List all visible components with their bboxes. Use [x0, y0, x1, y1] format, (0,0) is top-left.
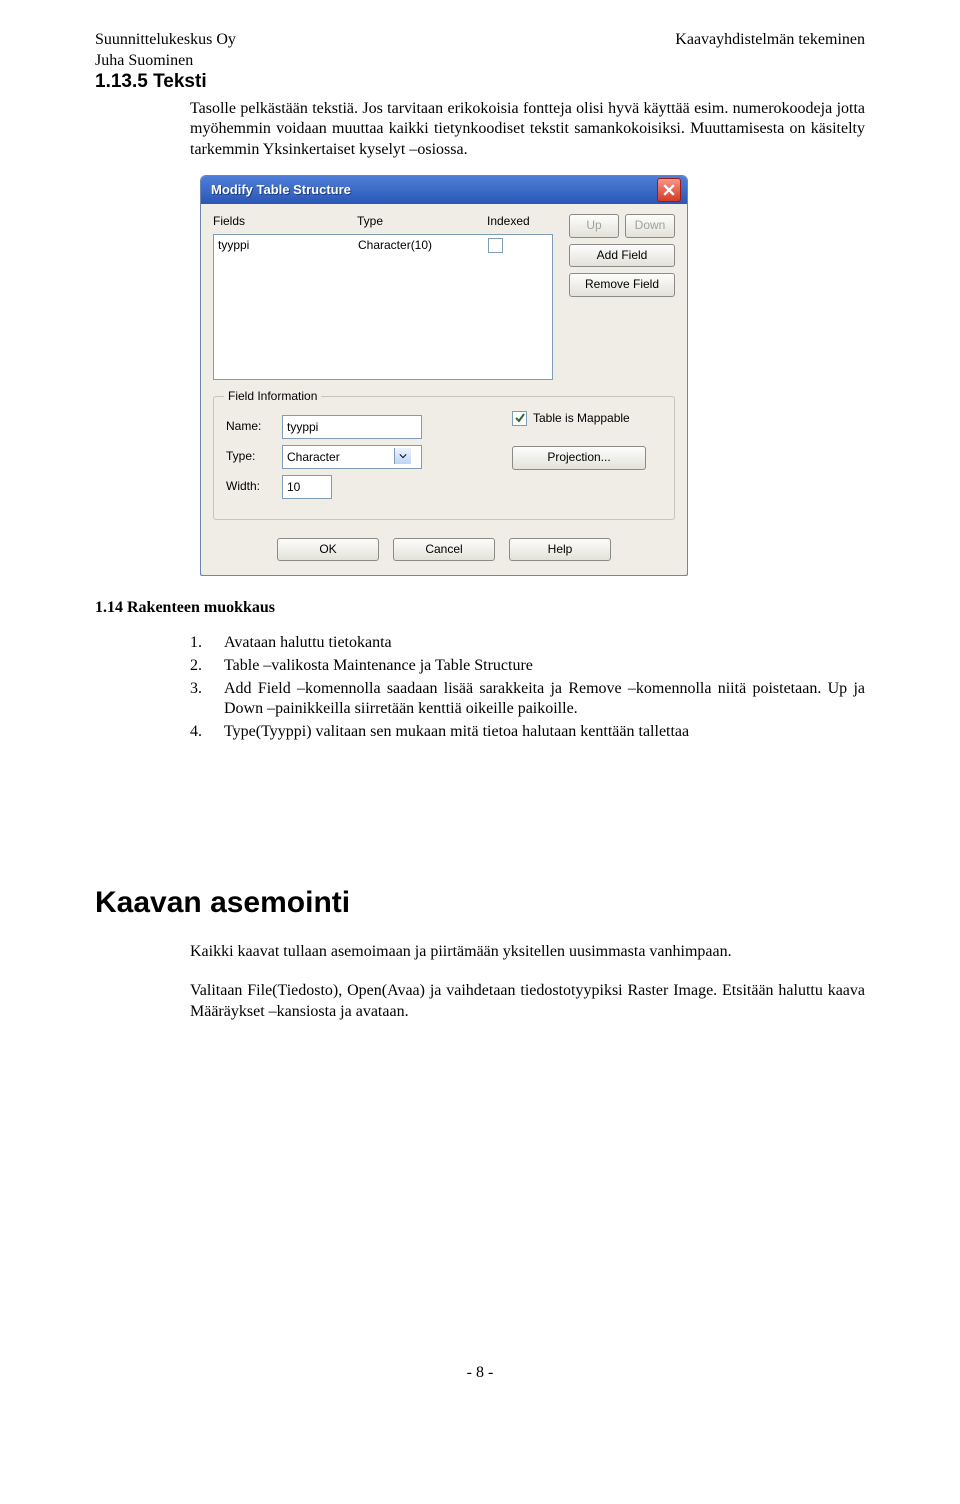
- document-page: Suunnittelukeskus Oy Juha Suominen Kaava…: [0, 0, 960, 1420]
- list-item: 3. Add Field –komennolla saadaan lisää sa…: [190, 679, 865, 721]
- mappable-column: Table is Mappable Projection...: [512, 411, 662, 470]
- name-field[interactable]: [282, 415, 422, 439]
- down-button[interactable]: Down: [625, 214, 675, 238]
- numbered-list: 1. Avataan haluttu tietokanta 2. Table –va…: [190, 633, 865, 743]
- label-type: Type:: [226, 449, 274, 465]
- list-number: 1.: [190, 633, 202, 654]
- header-company: Suunnittelukeskus Oy: [95, 31, 236, 48]
- remove-field-button[interactable]: Remove Field: [569, 273, 675, 297]
- list-number: 3.: [190, 679, 202, 700]
- width-field[interactable]: [282, 475, 332, 499]
- col-fields: Fields: [213, 214, 357, 230]
- col-type: Type: [357, 214, 487, 230]
- list-item[interactable]: tyyppi Character(10): [218, 237, 548, 259]
- checkbox-icon[interactable]: [488, 238, 503, 253]
- field-info-group: Field Information Name: Type:: [213, 396, 675, 520]
- paragraph: Kaikki kaavat tullaan asemoimaan ja piir…: [190, 942, 865, 963]
- list-number: 4.: [190, 722, 202, 743]
- chevron-down-icon: [399, 452, 407, 460]
- list-item: 1. Avataan haluttu tietokanta: [190, 633, 865, 654]
- label-width: Width:: [226, 479, 274, 495]
- title-bar: Modify Table Structure: [201, 176, 687, 204]
- dialog-body: Fields Type Indexed tyyppi Character(10): [201, 204, 687, 575]
- label-name: Name:: [226, 419, 274, 435]
- paragraph: Valitaan File(Tiedosto), Open(Avaa) ja v…: [190, 981, 865, 1023]
- cancel-button[interactable]: Cancel: [393, 538, 495, 562]
- projection-button[interactable]: Projection...: [512, 446, 646, 470]
- subsection-title: 1.14 Rakenteen muokkaus: [95, 598, 865, 619]
- field-type: Character(10): [358, 238, 488, 258]
- field-indexed: [488, 238, 548, 258]
- row-width: Width:: [226, 475, 662, 499]
- list-text: Avataan haluttu tietokanta: [224, 634, 392, 651]
- field-name: tyyppi: [218, 238, 358, 258]
- header-author: Juha Suominen: [95, 52, 193, 69]
- add-field-button[interactable]: Add Field: [569, 244, 675, 268]
- dialog-title: Modify Table Structure: [211, 182, 351, 199]
- mappable-label: Table is Mappable: [533, 411, 630, 427]
- dialog-buttons: OK Cancel Help: [213, 538, 675, 562]
- up-button[interactable]: Up: [569, 214, 619, 238]
- list-item: 2. Table –valikosta Maintenance ja Table …: [190, 656, 865, 677]
- fields-listbox[interactable]: tyyppi Character(10): [213, 234, 553, 380]
- mappable-row: Table is Mappable: [512, 411, 662, 427]
- modify-table-dialog: Modify Table Structure Fields Type Index…: [200, 175, 688, 576]
- list-text: Table –valikosta Maintenance ja Table St…: [224, 657, 533, 674]
- page-number: - 8 -: [0, 1363, 960, 1384]
- list-text: Type(Tyyppi) valitaan sen mukaan mitä ti…: [224, 723, 689, 740]
- close-icon: [663, 184, 675, 196]
- list-text: Add Field –komennolla saadaan lisää sara…: [224, 680, 865, 718]
- side-buttons: Up Down Add Field Remove Field: [569, 214, 675, 380]
- list-number: 2.: [190, 656, 202, 677]
- mappable-checkbox[interactable]: [512, 411, 527, 426]
- dialog-screenshot: Modify Table Structure Fields Type Index…: [200, 175, 865, 576]
- check-icon: [515, 413, 525, 423]
- dropdown-arrow[interactable]: [394, 448, 411, 464]
- main-heading: Kaavan asemointi: [95, 883, 865, 922]
- header-right: Kaavayhdistelmän tekeminen: [675, 30, 865, 51]
- close-button[interactable]: [657, 178, 681, 202]
- col-indexed: Indexed: [487, 214, 530, 230]
- group-title: Field Information: [224, 389, 321, 405]
- ok-button[interactable]: OK: [277, 538, 379, 562]
- fields-area: Fields Type Indexed tyyppi Character(10): [213, 214, 675, 380]
- list-headers: Fields Type Indexed: [213, 214, 553, 230]
- section-title: 1.13.5 Teksti: [95, 70, 865, 95]
- list-item: 4. Type(Tyyppi) valitaan sen mukaan mitä …: [190, 722, 865, 743]
- section-body: Tasolle pelkästään tekstiä. Jos tarvitaa…: [190, 99, 865, 161]
- help-button[interactable]: Help: [509, 538, 611, 562]
- type-select[interactable]: [282, 445, 412, 469]
- paragraph: Tasolle pelkästään tekstiä. Jos tarvitaa…: [190, 99, 865, 161]
- header-left: Suunnittelukeskus Oy Juha Suominen: [95, 30, 236, 72]
- body-block: Kaikki kaavat tullaan asemoimaan ja piir…: [190, 942, 865, 1022]
- fields-list-area: Fields Type Indexed tyyppi Character(10): [213, 214, 553, 380]
